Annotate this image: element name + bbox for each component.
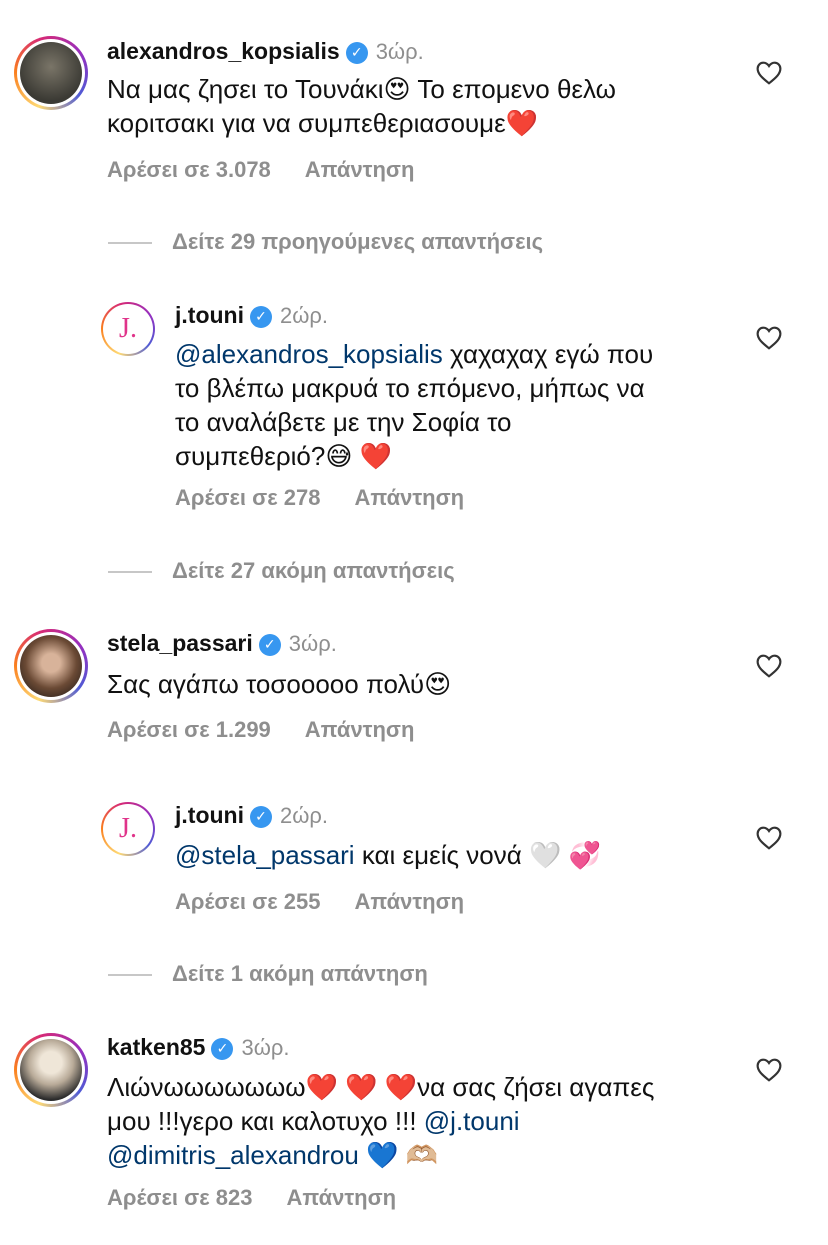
avatar[interactable]: J. (101, 302, 155, 356)
like-heart-icon[interactable] (756, 826, 782, 850)
comment-text: χαχαχαχ εγώ που (450, 339, 654, 369)
reply-button[interactable]: Απάντηση (305, 717, 415, 742)
timestamp: 3ώρ. (288, 631, 337, 656)
username[interactable]: katken85 (107, 1034, 205, 1060)
verified-badge-icon: ✓ (249, 305, 272, 328)
view-more-replies[interactable]: Δείτε 27 ακόμη απαντήσεις (108, 558, 455, 584)
username[interactable]: alexandros_kopsialis (107, 38, 340, 64)
thread-divider (108, 571, 152, 574)
timestamp: 3ώρ. (375, 39, 424, 64)
likes-count[interactable]: Αρέσει σε 3.078 (107, 157, 271, 182)
timestamp: 2ώρ. (279, 803, 329, 828)
avatar[interactable] (14, 629, 88, 703)
username[interactable]: stela_passari (107, 630, 253, 656)
like-heart-icon[interactable] (756, 326, 782, 350)
comment-text: συμπεθεριό?😅 ❤️ (175, 441, 393, 471)
timestamp: 3ώρ. (241, 1035, 290, 1060)
brand-logo: J. (106, 307, 150, 351)
comment-text: Λιώνωωωωωωω❤️ ❤️ ❤️να σας ζήσει αγαπες (107, 1072, 655, 1102)
likes-count[interactable]: Αρέσει σε 278 (175, 485, 320, 510)
profile-photo (20, 1039, 82, 1101)
avatar[interactable] (14, 1033, 88, 1107)
verified-badge-icon: ✓ (345, 41, 368, 64)
reply-button[interactable]: Απάντηση (354, 889, 464, 914)
like-heart-icon[interactable] (756, 61, 782, 85)
reply-button[interactable]: Απάντηση (286, 1185, 396, 1210)
username[interactable]: j.touni (175, 302, 244, 328)
profile-photo (20, 42, 82, 104)
verified-badge-icon: ✓ (249, 805, 272, 828)
comment-text: Σας αγάπω τοσοοοοο πολύ😍 (107, 669, 452, 699)
thread-divider (108, 242, 152, 245)
reply-button[interactable]: Απάντηση (305, 157, 415, 182)
verified-badge-icon: ✓ (258, 633, 281, 656)
like-heart-icon[interactable] (756, 654, 782, 678)
likes-count[interactable]: Αρέσει σε 1.299 (107, 717, 271, 742)
username[interactable]: j.touni (175, 802, 244, 828)
mention-link[interactable]: @stela_passari (175, 840, 355, 870)
mention-link[interactable]: @dimitris_alexandrou (107, 1140, 359, 1170)
likes-count[interactable]: Αρέσει σε 823 (107, 1185, 252, 1210)
comment-text: μου !!!γερο και καλοτυχο !!! (107, 1106, 417, 1136)
comment-text: το βλέπω μακρυά το επόμενο, μήπως να (175, 373, 645, 403)
verified-badge-icon: ✓ (211, 1037, 234, 1060)
profile-photo (20, 635, 82, 697)
mention-link[interactable]: @j.touni (424, 1106, 520, 1136)
view-previous-replies[interactable]: Δείτε 29 προηγούμενες απαντήσεις (108, 229, 543, 255)
comment-text: 💙 🫶🏼 (366, 1140, 439, 1170)
comment-text: και εμείς νονά 🤍 💞 (361, 840, 601, 870)
comment-text: το αναλάβετε με την Σοφία το (175, 407, 512, 437)
comment-text: κοριτσακι για να συμπεθεριασουμε❤️ (107, 108, 539, 138)
reply-button[interactable]: Απάντηση (354, 485, 464, 510)
avatar[interactable] (14, 36, 88, 110)
mention-link[interactable]: @alexandros_kopsialis (175, 339, 443, 369)
likes-count[interactable]: Αρέσει σε 255 (175, 889, 320, 914)
comment-text: Να μας ζησει το Τουνάκι😍 Το επομενο θελω (107, 74, 616, 104)
timestamp: 2ώρ. (279, 303, 329, 328)
avatar[interactable]: J. (101, 802, 155, 856)
view-more-replies[interactable]: Δείτε 1 ακόμη απάντηση (108, 961, 428, 987)
thread-divider (108, 974, 152, 977)
brand-logo: J. (106, 807, 150, 851)
like-heart-icon[interactable] (756, 1058, 782, 1082)
